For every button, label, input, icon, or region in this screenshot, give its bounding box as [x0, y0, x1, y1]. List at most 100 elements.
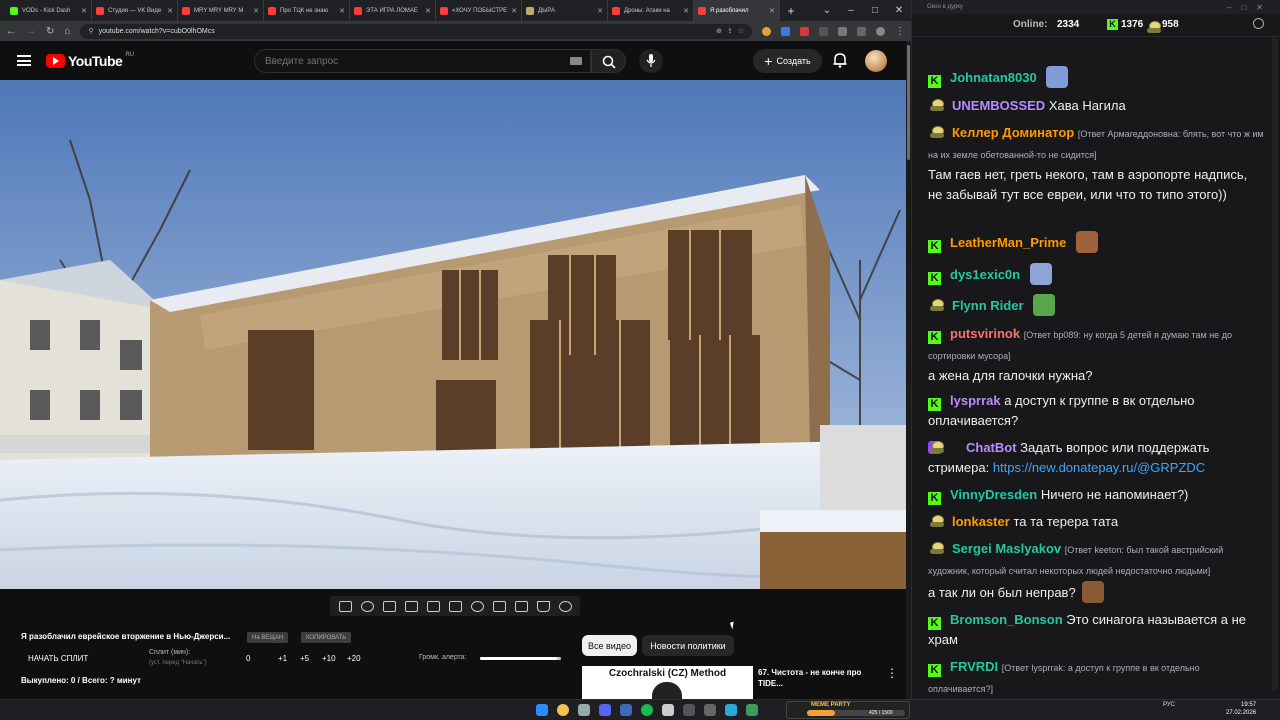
- voice-search-button[interactable]: [639, 49, 663, 73]
- start-split-button[interactable]: НАЧАТЬ СПЛИТ: [28, 654, 88, 663]
- loop-icon[interactable]: [338, 600, 352, 612]
- tab-close-icon[interactable]: ✕: [339, 7, 345, 15]
- share-icon[interactable]: ⇪: [727, 27, 733, 35]
- discord-icon[interactable]: [599, 704, 611, 716]
- profile-icon[interactable]: [876, 26, 885, 36]
- split-plus-10-button[interactable]: +10: [322, 654, 336, 663]
- browser-tab[interactable]: ДЫРА ✕: [522, 0, 608, 21]
- steam-icon[interactable]: [620, 704, 632, 716]
- chat-nickname[interactable]: FRVRDI: [950, 659, 998, 674]
- chat-nickname[interactable]: ChatBot: [966, 440, 1017, 455]
- tab-close-icon[interactable]: ✕: [769, 7, 775, 15]
- meme-party-widget[interactable]: MEME PARTY 425 / 1500: [786, 701, 910, 719]
- split-value-0[interactable]: 0: [246, 654, 250, 663]
- more-options-icon[interactable]: ⋮: [886, 666, 898, 680]
- search-button[interactable]: [591, 49, 626, 73]
- start-menu-icon[interactable]: [536, 704, 548, 716]
- chat-nickname[interactable]: Johnatan8030: [950, 70, 1037, 85]
- app-icon[interactable]: [704, 704, 716, 716]
- tab-close-icon[interactable]: ✕: [511, 7, 517, 15]
- minimize-icon[interactable]: –: [839, 5, 863, 16]
- tab-close-icon[interactable]: ✕: [81, 7, 87, 15]
- chat-nickname[interactable]: Flynn Rider: [952, 298, 1024, 313]
- audio-icon[interactable]: [360, 600, 374, 612]
- menu-dots-icon[interactable]: ⋮: [895, 26, 905, 37]
- puzzle-icon[interactable]: [838, 26, 847, 36]
- obs-icon[interactable]: [662, 704, 674, 716]
- spotify-icon[interactable]: [641, 704, 653, 716]
- video-player[interactable]: [0, 80, 906, 589]
- flask-icon[interactable]: [536, 600, 550, 612]
- search-input[interactable]: [254, 49, 591, 73]
- browser-tab[interactable]: Я разоблачил ✕: [694, 0, 780, 21]
- chat-nickname[interactable]: Келлер Доминатор: [952, 125, 1074, 140]
- extension-icon[interactable]: [800, 26, 809, 36]
- back-icon[interactable]: ←: [6, 26, 16, 37]
- page-scrollbar-thumb[interactable]: [907, 45, 910, 160]
- film-icon[interactable]: [404, 600, 418, 612]
- home-icon[interactable]: ⌂: [64, 26, 70, 37]
- live-pill[interactable]: На ВЕЩАН: [247, 632, 289, 643]
- new-tab-button[interactable]: +: [780, 4, 802, 18]
- app-icon[interactable]: [683, 704, 695, 716]
- url-field[interactable]: ⚲ youtube.com/watch?v=cubO0lhOMcs ⊕ ⇪ ☆: [80, 23, 752, 39]
- tab-close-icon[interactable]: ✕: [253, 7, 259, 15]
- cinema-icon[interactable]: [382, 600, 396, 612]
- tab-close-icon[interactable]: ✕: [597, 7, 603, 15]
- chat-nickname[interactable]: lonkaster: [952, 514, 1010, 529]
- split-plus-20-button[interactable]: +20: [347, 654, 361, 663]
- close-icon[interactable]: ✕: [887, 5, 911, 16]
- settings-icon[interactable]: [1253, 18, 1264, 29]
- chat-nickname[interactable]: LeatherMan_Prime: [950, 235, 1066, 250]
- tab-close-icon[interactable]: ✕: [683, 7, 689, 15]
- avatar[interactable]: [865, 50, 887, 72]
- chrome-icon[interactable]: [557, 704, 569, 716]
- youtube-logo[interactable]: YouTube RU: [46, 52, 134, 69]
- hamburger-menu-icon[interactable]: [17, 55, 31, 66]
- chevron-down-icon[interactable]: ⌄: [815, 5, 839, 16]
- extension-icon[interactable]: [781, 26, 790, 36]
- clock[interactable]: 19:57 27.02.2026: [1226, 701, 1256, 717]
- keyboard-icon[interactable]: [570, 57, 582, 65]
- tray-language[interactable]: РУС: [1163, 702, 1175, 708]
- theater-icon[interactable]: [448, 600, 462, 612]
- chat-nickname[interactable]: dys1exic0n: [950, 267, 1020, 282]
- chat-scrollbar[interactable]: [1272, 38, 1278, 690]
- picture-in-picture-icon[interactable]: [426, 600, 440, 612]
- copy-button[interactable]: КОПИРОВАТЬ: [301, 632, 352, 643]
- zoom-icon[interactable]: ⊕: [716, 27, 722, 35]
- app-icon[interactable]: [578, 704, 590, 716]
- reload-icon[interactable]: ↻: [46, 26, 54, 37]
- bookmark-star-icon[interactable]: ☆: [738, 27, 744, 35]
- chat-nickname[interactable]: lysprrak: [950, 393, 1001, 408]
- split-plus-1-button[interactable]: +1: [278, 654, 287, 663]
- chat-nickname[interactable]: VinnyDresden: [950, 487, 1037, 502]
- tab-close-icon[interactable]: ✕: [167, 7, 173, 15]
- recommendation-thumbnail[interactable]: Czochralski (CZ) Method: [582, 666, 753, 699]
- telegram-icon[interactable]: [725, 704, 737, 716]
- camera-icon[interactable]: [514, 600, 528, 612]
- chat-nickname[interactable]: Bromson_Bonson: [950, 612, 1063, 627]
- site-info-icon[interactable]: ⚲: [88, 27, 93, 35]
- download-icon[interactable]: [857, 26, 866, 36]
- tab-close-icon[interactable]: ✕: [425, 7, 431, 15]
- browser-tab[interactable]: VODs - Kick Dash ✕: [6, 0, 92, 21]
- chat-nickname[interactable]: Sergei Maslyakov: [952, 541, 1061, 556]
- split-plus-5-button[interactable]: +5: [300, 654, 309, 663]
- chip-politics-news[interactable]: Новости политики: [642, 635, 734, 656]
- add-icon[interactable]: [492, 600, 506, 612]
- maximize-icon[interactable]: □: [863, 5, 887, 16]
- extension-icon[interactable]: [819, 26, 828, 36]
- app-icon[interactable]: [746, 704, 758, 716]
- browser-tab[interactable]: ЭТА ИГРА ЛОМАЕ ✕: [350, 0, 436, 21]
- browser-tab[interactable]: Дроны: Атаки на ✕: [608, 0, 694, 21]
- gear-icon[interactable]: [558, 600, 572, 612]
- chat-window-controls[interactable]: –□✕: [1227, 3, 1273, 12]
- chat-link[interactable]: https://new.donatepay.ru/@GRPZDC: [993, 460, 1205, 475]
- alert-volume-slider[interactable]: [480, 657, 561, 660]
- create-button[interactable]: + Создать: [753, 49, 822, 73]
- speed-icon[interactable]: [470, 600, 484, 612]
- notifications-bell-icon[interactable]: [831, 51, 849, 69]
- browser-tab[interactable]: «ХОЧУ ПОБЫСТРЕ ✕: [436, 0, 522, 21]
- chip-all-videos[interactable]: Все видео: [582, 635, 637, 656]
